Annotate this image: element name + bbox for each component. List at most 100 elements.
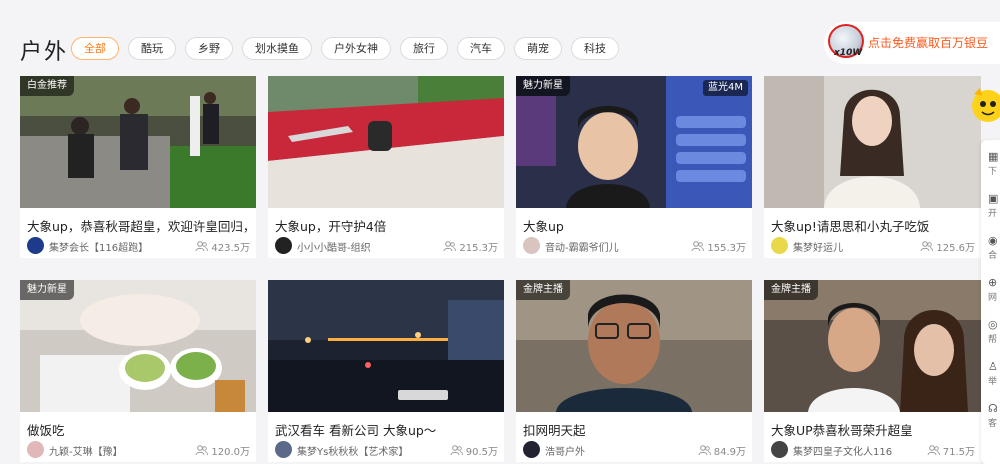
- stream-thumbnail[interactable]: 白金推荐: [20, 76, 256, 208]
- stream-card[interactable]: 大象up，开守护4倍 小小小酷哥-组织 215.3万: [268, 76, 504, 258]
- sidebar-item-help[interactable]: ◎ 帮: [988, 318, 1000, 345]
- mascot-icon[interactable]: [968, 86, 1000, 134]
- page-title: 户外: [20, 40, 69, 65]
- avatar[interactable]: [771, 441, 788, 458]
- users-icon: [195, 241, 209, 252]
- sidebar-item-label: 开: [988, 209, 998, 219]
- grid-icon: ▦: [988, 150, 999, 163]
- filter-bar: 全部 酷玩 乡野 划水摸鱼 户外女神 旅行 汽车 萌宠 科技: [71, 37, 619, 60]
- stream-card[interactable]: 金牌主播 大象UP恭喜秋哥荣升超皇 集梦四皇子文化人116 71.5万: [764, 280, 981, 462]
- anchor-name[interactable]: 浩哥户外: [545, 443, 585, 458]
- filter-chip-slacking[interactable]: 划水摸鱼: [242, 37, 312, 60]
- avatar[interactable]: [275, 441, 292, 458]
- users-icon: [443, 241, 457, 252]
- avatar[interactable]: [275, 237, 292, 254]
- card-badge: 魅力新星: [516, 76, 570, 96]
- location-icon: ◉: [988, 234, 998, 247]
- anchor-name[interactable]: 集梦四皇子文化人116: [793, 443, 892, 458]
- viewer-count: 155.3万: [691, 239, 746, 254]
- stream-thumbnail[interactable]: 魅力新星 蓝光4M: [516, 76, 752, 208]
- card-badge: 金牌主播: [516, 280, 570, 300]
- filter-chip-outdoor-goddess[interactable]: 户外女神: [321, 37, 391, 60]
- avatar[interactable]: [27, 237, 44, 254]
- help-icon: ◎: [988, 318, 998, 331]
- sidebar-item-report[interactable]: ♙ 举: [988, 360, 1000, 387]
- promo-banner[interactable]: x10W 点击免费赢取百万银豆: [824, 22, 1000, 64]
- stream-card[interactable]: 武汉看车 看新公司 大象up～ 集梦Ys秋秋秋【艺术家】 90.5万: [268, 280, 504, 462]
- stream-title[interactable]: 大象UP恭喜秋哥荣升超皇: [771, 420, 996, 439]
- viewer-count: 71.5万: [927, 443, 975, 458]
- sidebar-item-cooperate[interactable]: ◉ 合: [988, 234, 1000, 261]
- users-icon: [691, 241, 705, 252]
- users-icon: [195, 445, 209, 456]
- right-sidebar: ▦ 下 ▣ 开 ◉ 合 ⊕ 网 ◎ 帮 ♙ 举 ☊ 客: [981, 140, 1000, 464]
- viewer-count: 120.0万: [195, 443, 250, 458]
- avatar[interactable]: [523, 237, 540, 254]
- sidebar-item-open[interactable]: ▣ 开: [988, 192, 1000, 219]
- viewer-count-text: 90.5万: [465, 447, 498, 458]
- avatar[interactable]: [27, 441, 44, 458]
- card-badge: 金牌主播: [764, 280, 818, 300]
- stream-title[interactable]: 大象up，开守护4倍: [275, 216, 500, 235]
- sidebar-item-download[interactable]: ▦ 下: [988, 150, 1000, 177]
- stream-card[interactable]: 魅力新星 做饭吃 九颖-艾琳【豫】 120.0万: [20, 280, 256, 462]
- sidebar-item-label: 网: [988, 293, 998, 303]
- anchor-name[interactable]: 集梦会长【116超跑】: [49, 239, 148, 254]
- filter-chip-cool-play[interactable]: 酷玩: [128, 37, 176, 60]
- stream-card[interactable]: 白金推荐 大象up，恭喜秋哥超皇，欢迎许皇回归， 集梦会长【116超跑】 423…: [20, 76, 256, 258]
- promo-text[interactable]: 点击免费赢取百万银豆: [868, 34, 988, 51]
- users-icon: [698, 445, 711, 456]
- bitrate-badge: 蓝光4M: [703, 80, 748, 96]
- users-icon: [927, 445, 940, 456]
- filter-chip-tech[interactable]: 科技: [571, 37, 619, 60]
- filter-chip-car[interactable]: 汽车: [457, 37, 505, 60]
- filter-chip-all[interactable]: 全部: [71, 37, 119, 60]
- stream-thumbnail[interactable]: [268, 76, 504, 208]
- viewer-count-text: 423.5万: [211, 243, 250, 254]
- stream-card[interactable]: 金牌主播 扣网明天起 浩哥户外 84.9万: [516, 280, 752, 462]
- sidebar-item-label: 客: [988, 419, 998, 429]
- viewer-count-text: 125.6万: [936, 243, 975, 254]
- stream-thumbnail[interactable]: [764, 76, 981, 208]
- page: 户外 全部 酷玩 乡野 划水摸鱼 户外女神 旅行 汽车 萌宠 科技 x10W 点…: [0, 0, 1000, 464]
- sidebar-item-label: 举: [988, 377, 998, 387]
- anchor-name[interactable]: 音动-霸霸爷们儿: [545, 239, 619, 254]
- filter-chip-travel[interactable]: 旅行: [400, 37, 448, 60]
- stream-title[interactable]: 扣网明天起: [523, 420, 748, 439]
- stream-title[interactable]: 大象up: [523, 216, 748, 235]
- stream-card[interactable]: 大象up!请思思和小丸子吃饭 集梦好运儿 125.6万: [764, 76, 981, 258]
- sidebar-item-label: 帮: [988, 335, 998, 345]
- anchor-name[interactable]: 九颖-艾琳【豫】: [49, 443, 123, 458]
- coin-multiplier: x10W: [834, 48, 863, 58]
- viewer-count: 423.5万: [195, 239, 250, 254]
- avatar[interactable]: [523, 441, 540, 458]
- stream-card[interactable]: 魅力新星 蓝光4M 大象up 音动-霸霸爷们儿 155.3万: [516, 76, 752, 258]
- stream-title[interactable]: 大象up!请思思和小丸子吃饭: [771, 216, 996, 235]
- users-icon: [450, 445, 463, 456]
- anchor-name[interactable]: 集梦Ys秋秋秋【艺术家】: [297, 443, 408, 458]
- anchor-name[interactable]: 小小小酷哥-组织: [297, 239, 371, 254]
- stream-thumbnail[interactable]: [268, 280, 504, 412]
- stream-title[interactable]: 大象up，恭喜秋哥超皇，欢迎许皇回归，: [27, 216, 252, 235]
- sidebar-item-network[interactable]: ⊕ 网: [988, 276, 1000, 303]
- sidebar-item-label: 合: [988, 251, 998, 261]
- users-icon: [920, 241, 934, 252]
- avatar[interactable]: [771, 237, 788, 254]
- sidebar-item-service[interactable]: ☊ 客: [988, 402, 1000, 429]
- filter-chip-countryside[interactable]: 乡野: [185, 37, 233, 60]
- viewer-count: 125.6万: [920, 239, 975, 254]
- card-badge: 白金推荐: [20, 76, 74, 96]
- headset-icon: ☊: [988, 402, 998, 415]
- stream-title[interactable]: 武汉看车 看新公司 大象up～: [275, 420, 500, 439]
- stream-thumbnail[interactable]: 魅力新星: [20, 280, 256, 412]
- sidebar-item-label: 下: [988, 167, 998, 177]
- viewer-count-text: 155.3万: [707, 243, 746, 254]
- stream-thumbnail[interactable]: 金牌主播: [764, 280, 981, 412]
- plus-icon: ⊕: [988, 276, 998, 289]
- stream-thumbnail[interactable]: 金牌主播: [516, 280, 752, 412]
- anchor-name[interactable]: 集梦好运儿: [793, 239, 843, 254]
- viewer-count: 215.3万: [443, 239, 498, 254]
- stream-title[interactable]: 做饭吃: [27, 420, 252, 439]
- viewer-count-text: 84.9万: [713, 447, 746, 458]
- filter-chip-pets[interactable]: 萌宠: [514, 37, 562, 60]
